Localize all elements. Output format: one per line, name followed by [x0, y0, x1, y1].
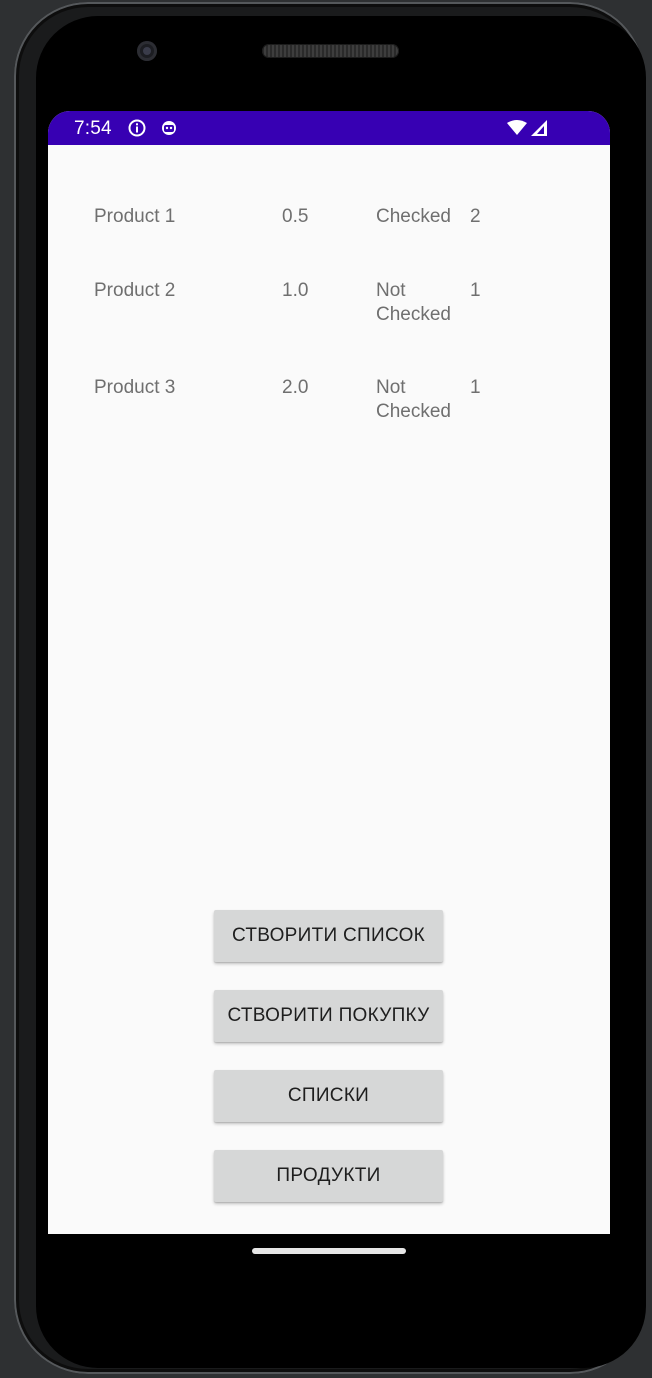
home-gesture-handle[interactable] [252, 1248, 406, 1254]
navigation-bar [48, 1234, 610, 1274]
cellular-signal-icon [531, 120, 547, 136]
wifi-icon [507, 120, 527, 135]
product-price: 1.0 [282, 280, 309, 301]
app-screen: 7:54 Product 1 0.5 Checked 2 Product 2 1… [48, 111, 610, 1234]
earpiece-speaker [262, 44, 399, 58]
product-name: Product 1 [94, 206, 176, 227]
product-checked-status: Not Checked [376, 377, 451, 422]
lists-button[interactable]: СПИСКИ [214, 1070, 443, 1122]
android-robot-icon [162, 121, 176, 135]
product-price: 2.0 [282, 377, 309, 398]
product-name: Product 3 [94, 377, 176, 398]
info-icon [128, 119, 146, 137]
product-quantity: 1 [470, 377, 481, 398]
product-price: 0.5 [282, 206, 309, 227]
product-quantity: 1 [470, 280, 481, 301]
status-bar: 7:54 [48, 111, 610, 145]
create-list-button[interactable]: СТВОРИТИ СПИСОК [214, 910, 443, 962]
create-purchase-button[interactable]: СТВОРИТИ ПОКУПКУ [214, 990, 443, 1042]
product-name: Product 2 [94, 280, 176, 301]
products-button[interactable]: ПРОДУКТИ [214, 1150, 443, 1202]
product-checked-status: Not Checked [376, 280, 451, 325]
front-camera-icon [137, 41, 157, 61]
status-time: 7:54 [74, 118, 112, 139]
product-quantity: 2 [470, 206, 481, 227]
emulator-stage: 7:54 Product 1 0.5 Checked 2 Product 2 1… [0, 0, 652, 1378]
product-checked-status: Checked [376, 206, 451, 227]
